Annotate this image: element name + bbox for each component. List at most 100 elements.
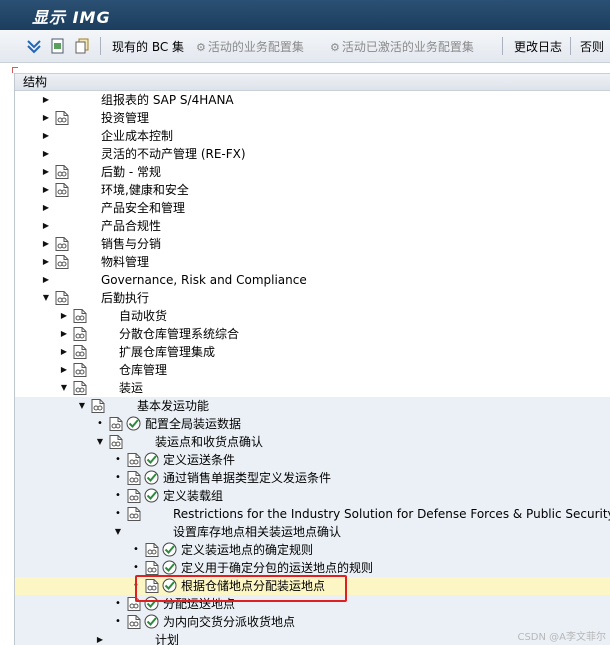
tree-row[interactable]: ▶ 组报表的 SAP S/4HANA [15,91,610,109]
tree-row[interactable]: ▶ 扩展仓库管理集成 [15,343,610,361]
execute-activity-icon[interactable] [144,470,159,485]
documentation-icon[interactable] [109,417,123,431]
find-icon[interactable] [50,38,66,54]
execute-activity-icon[interactable] [162,560,177,575]
tree-row[interactable]: ▶ 产品合规性 [15,217,610,235]
tree-node-label: 扩展仓库管理集成 [119,345,216,359]
expand-tree-icon[interactable] [26,38,42,54]
tree-row[interactable]: ▼ 装运 [15,379,610,397]
tree-row[interactable]: ▼ 后勤执行 [15,289,610,307]
execute-activity-icon[interactable] [126,416,141,431]
tree-row[interactable]: • 通过销售单据类型定义发运条件 [15,469,610,487]
tree-row[interactable]: ▼ 设置库存地点相关装运地点确认 [15,523,610,541]
documentation-icon[interactable] [127,507,141,521]
activity-bc-set-button[interactable]: ⚙ 活动的业务配置集 [196,38,304,55]
tree-row[interactable]: ▶ 物料管理 [15,253,610,271]
collapse-arrow-icon[interactable]: ▼ [77,397,87,415]
expand-arrow-icon[interactable]: ▶ [59,325,69,343]
tree-row[interactable]: • 定义装载组 [15,487,610,505]
documentation-icon[interactable] [127,489,141,503]
tree-row[interactable]: • 定义装运地点的确定规则 [15,541,610,559]
documentation-icon[interactable] [127,453,141,467]
leaf-bullet-icon: • [97,418,103,429]
tree-row[interactable]: ▶ 仓库管理 [15,361,610,379]
tree-node-label: 灵活的不动产管理 (RE-FX) [101,147,246,161]
expand-arrow-icon[interactable]: ▶ [59,361,69,379]
documentation-icon[interactable] [127,471,141,485]
documentation-icon[interactable] [109,435,123,449]
documentation-icon[interactable] [145,561,159,575]
expand-arrow-icon[interactable]: ▶ [59,343,69,361]
tree-row[interactable]: ▶ 灵活的不动产管理 (RE-FX) [15,145,610,163]
expand-arrow-icon[interactable]: ▶ [41,235,51,253]
documentation-icon[interactable] [91,399,105,413]
tree-node-label: 物料管理 [101,255,150,269]
tree-node-label: 产品合规性 [101,219,162,233]
documentation-icon[interactable] [55,183,69,197]
tree-row[interactable]: ▶ 企业成本控制 [15,127,610,145]
tree-node-label: 定义装运地点的确定规则 [181,543,314,557]
tree-row[interactable]: • 定义运送条件 [15,451,610,469]
execute-activity-icon[interactable] [144,452,159,467]
documentation-icon[interactable] [55,111,69,125]
tree-node-label: 企业成本控制 [101,129,174,143]
tree-row[interactable]: ▶ 销售与分销 [15,235,610,253]
tree-row[interactable]: ▶ 投资管理 [15,109,610,127]
toolbar-separator [100,37,101,55]
activity-inactive-bc-set-button[interactable]: ⚙ 活动已激活的业务配置集 [330,38,474,55]
collapse-arrow-icon[interactable]: ▼ [41,289,51,307]
documentation-icon[interactable] [55,291,69,305]
documentation-icon[interactable] [145,543,159,557]
documentation-icon[interactable] [73,363,87,377]
expand-arrow-icon[interactable]: ▶ [41,217,51,235]
tree-row[interactable]: ▶ 自动收货 [15,307,610,325]
expand-arrow-icon[interactable]: ▶ [41,127,51,145]
tree-row[interactable]: ▶ 后勤 - 常规 [15,163,610,181]
documentation-icon[interactable] [55,255,69,269]
collapse-arrow-icon[interactable]: ▼ [113,523,123,541]
tree-row[interactable]: ▶ Governance, Risk and Compliance [15,271,610,289]
tree-row[interactable]: ▶ 分散仓库管理系统综合 [15,325,610,343]
tree-row[interactable]: • Restrictions for the Industry Solution … [15,505,610,523]
expand-arrow-icon[interactable]: ▶ [41,163,51,181]
execute-activity-icon[interactable] [144,488,159,503]
change-log-button[interactable]: 更改日志 [514,38,562,55]
expand-arrow-icon[interactable]: ▶ [41,109,51,127]
tree-node-label: 基本发运功能 [137,399,210,413]
otherwise-button[interactable]: 否则 [580,38,604,55]
documentation-icon[interactable] [55,237,69,251]
tree-node-label: 装运 [119,381,144,395]
expand-arrow-icon[interactable]: ▶ [41,199,51,217]
documentation-icon[interactable] [73,309,87,323]
documentation-icon[interactable] [73,345,87,359]
expand-arrow-icon[interactable]: ▶ [41,181,51,199]
tree-node-label: 通过销售单据类型定义发运条件 [163,471,332,485]
documentation-icon[interactable] [127,615,141,629]
tree-row[interactable]: ▼ 基本发运功能 [15,397,610,415]
leaf-bullet-icon: • [115,616,121,627]
documentation-icon[interactable] [55,165,69,179]
execute-activity-icon[interactable] [162,542,177,557]
expand-arrow-icon[interactable]: ▶ [95,631,105,645]
bc-set-button[interactable]: 现有的 BC 集 [112,38,184,55]
collapse-arrow-icon[interactable]: ▼ [95,433,105,451]
tree-node-label: 销售与分销 [101,237,162,251]
leaf-bullet-icon: • [115,598,121,609]
tree-row[interactable]: ▼ 装运点和收货点确认 [15,433,610,451]
tree-node-label: 后勤 - 常规 [101,165,161,179]
activity-bc-set-label: 活动的业务配置集 [207,40,304,54]
documentation-icon[interactable] [73,327,87,341]
tree-node-label: Governance, Risk and Compliance [101,273,307,287]
documentation-icon[interactable] [73,381,87,395]
collapse-arrow-icon[interactable]: ▼ [59,379,69,397]
copy-icon[interactable] [74,38,90,54]
execute-activity-icon[interactable] [144,614,159,629]
tree-row[interactable]: • 配置全局装运数据 [15,415,610,433]
expand-arrow-icon[interactable]: ▶ [41,91,51,109]
expand-arrow-icon[interactable]: ▶ [41,271,51,289]
expand-arrow-icon[interactable]: ▶ [59,307,69,325]
expand-arrow-icon[interactable]: ▶ [41,253,51,271]
tree-row[interactable]: ▶ 产品安全和管理 [15,199,610,217]
expand-arrow-icon[interactable]: ▶ [41,145,51,163]
tree-row[interactable]: ▶ 环境,健康和安全 [15,181,610,199]
